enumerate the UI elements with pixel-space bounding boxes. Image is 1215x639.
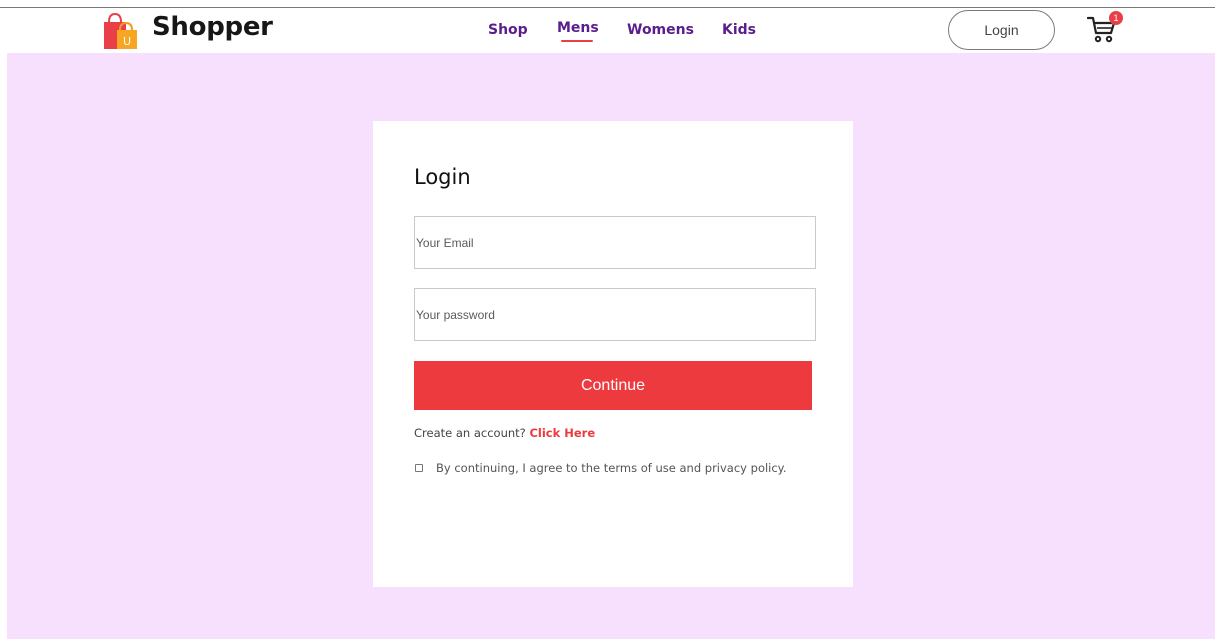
nav-active-indicator	[561, 40, 593, 42]
shopping-bag-logo-icon: U	[103, 12, 146, 50]
header-login-button[interactable]: Login	[948, 10, 1055, 50]
terms-agreement: By continuing, I agree to the terms of u…	[414, 461, 787, 475]
signup-prompt: Create an account? Click Here	[414, 426, 595, 440]
cart-button[interactable]: 1	[1086, 11, 1127, 48]
brand-name: Shopper	[152, 12, 273, 42]
login-card: Login Continue Create an account? Click …	[373, 121, 853, 587]
nav-item-kids[interactable]: Kids	[722, 22, 756, 38]
continue-button[interactable]: Continue	[414, 361, 812, 410]
brand-logo[interactable]: U Shopper	[103, 11, 273, 51]
nav-item-mens[interactable]: Mens	[557, 20, 599, 36]
nav-item-womens[interactable]: Womens	[627, 22, 694, 38]
cart-count-badge: 1	[1109, 11, 1123, 25]
terms-checkbox[interactable]	[415, 464, 423, 472]
login-title: Login	[414, 165, 471, 189]
signup-prompt-text: Create an account?	[414, 426, 526, 440]
terms-text: By continuing, I agree to the terms of u…	[436, 461, 787, 475]
nav-item-shop[interactable]: Shop	[488, 22, 528, 38]
svg-text:U: U	[123, 35, 131, 48]
navbar: U Shopper Shop Mens Womens Kids Login 1	[0, 8, 1215, 53]
signup-link[interactable]: Click Here	[529, 426, 595, 440]
password-field[interactable]	[414, 288, 816, 341]
email-field[interactable]	[414, 216, 816, 269]
